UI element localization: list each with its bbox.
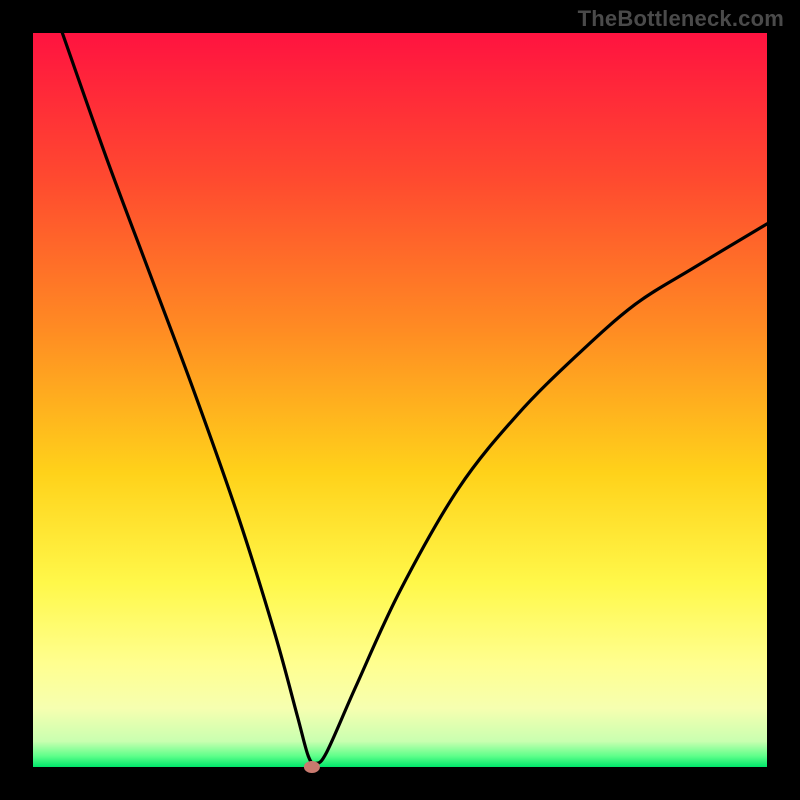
chart-svg (0, 0, 800, 800)
chart-frame: TheBottleneck.com (0, 0, 800, 800)
minimum-marker (304, 761, 320, 773)
plot-background (33, 33, 767, 767)
watermark-label: TheBottleneck.com (578, 6, 784, 32)
